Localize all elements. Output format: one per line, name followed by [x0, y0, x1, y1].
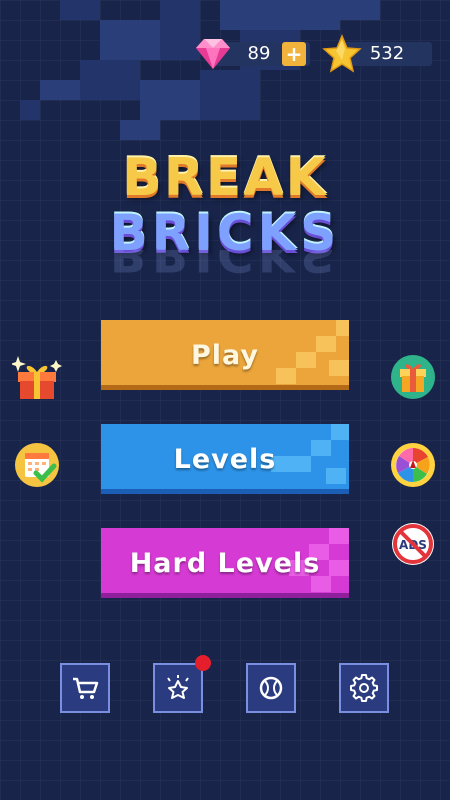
hard-levels-label: Hard Levels [129, 547, 321, 579]
settings-gear-icon [350, 674, 378, 702]
shop-button[interactable] [60, 663, 110, 713]
levels-label: Levels [173, 443, 277, 475]
ball-icon [259, 676, 283, 700]
gift-sparkle-icon [12, 356, 62, 399]
game-logo: BREAK BRICKS BRICKS [95, 150, 355, 280]
logo-title-break: BREAK [122, 148, 328, 208]
gem-count: 89 [247, 43, 271, 64]
gift-sparkle-button[interactable] [12, 354, 62, 402]
achievement-icon [167, 675, 189, 699]
hard-levels-button[interactable]: Hard Levels [101, 528, 349, 598]
diamond-icon [196, 39, 230, 69]
shop-cart-icon [73, 677, 99, 699]
plus-icon: + [285, 42, 303, 66]
add-gems-button[interactable]: + [282, 42, 306, 66]
notification-badge [195, 655, 211, 671]
daily-calendar-icon [15, 443, 59, 487]
daily-calendar-button[interactable] [14, 442, 60, 488]
settings-button[interactable] [339, 663, 389, 713]
star-icon [322, 34, 362, 73]
play-button[interactable]: Play [101, 320, 349, 390]
play-label: Play [190, 339, 260, 371]
lucky-wheel-button[interactable] [390, 442, 436, 488]
achievements-button[interactable] [153, 663, 203, 713]
no-ads-button[interactable]: ADS [391, 522, 435, 566]
lucky-wheel-icon [391, 443, 435, 487]
ball-skins-button[interactable] [246, 663, 296, 713]
star-count: 532 [369, 43, 405, 64]
logo-reflection: BRICKS [109, 250, 341, 280]
gift-box-icon [391, 355, 435, 399]
levels-button[interactable]: Levels [101, 424, 349, 494]
gift-box-button[interactable] [390, 354, 436, 400]
no-ads-icon: ADS [392, 523, 434, 565]
